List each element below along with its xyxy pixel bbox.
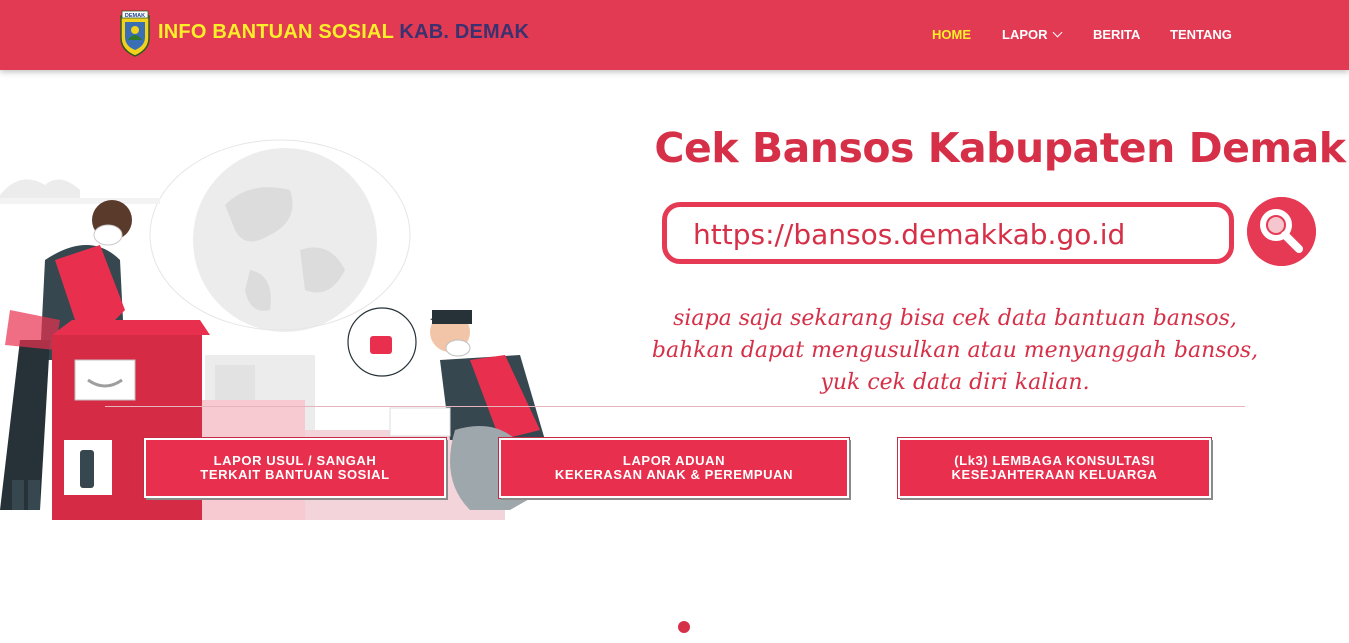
button-line: LAPOR USUL / SANGAH [213,453,377,468]
hero-description: siapa saja sekarang bisa cek data bantua… [600,303,1310,399]
nav-berita[interactable]: BERITA [1093,27,1140,42]
nav-tentang[interactable]: TENTANG [1170,27,1232,42]
url-search-field[interactable]: https://bansos.demakkab.go.id [662,202,1234,264]
site-brand[interactable]: INFO BANTUAN SOSIAL KAB. DEMAK [158,21,529,44]
description-line: siapa saja sekarang bisa cek data bantua… [673,306,1237,331]
button-line: KESEJAHTERAAN KELUARGA [951,467,1158,482]
description-line: yuk cek data diri kalian. [820,370,1090,395]
nav-home[interactable]: HOME [932,27,971,42]
button-line: TERKAIT BANTUAN SOSIAL [200,467,390,482]
chevron-down-icon [1052,27,1062,38]
button-line: LAPOR ADUAN [622,453,726,468]
nav-lapor[interactable]: LAPOR [1002,27,1062,42]
button-line: (Lk3) LEMBAGA KONSULTASI [954,453,1155,468]
top-navbar: DEMAK INFO BANTUAN SOSIAL KAB. DEMAK HOM… [0,0,1349,70]
brand-title: INFO BANTUAN SOSIAL [158,21,394,43]
hero-title: Cek Bansos Kabupaten Demak [654,124,1346,172]
demak-crest-icon[interactable]: DEMAK [118,10,152,58]
search-button[interactable] [1247,197,1316,266]
lapor-usul-button[interactable]: LAPOR USUL / SANGAH TERKAIT BANTUAN SOSI… [144,438,446,498]
brand-region: KAB. DEMAK [399,21,530,43]
carousel-indicator[interactable] [678,621,690,633]
logo-text: DEMAK [125,13,145,19]
divider [105,406,1245,407]
url-text: https://bansos.demakkab.go.id [693,218,1126,251]
lk3-button[interactable]: (Lk3) LEMBAGA KONSULTASI KESEJAHTERAAN K… [898,438,1211,498]
nav-lapor-label: LAPOR [1002,27,1048,42]
description-line: bahkan dapat mengusulkan atau menyanggah… [651,338,1259,363]
thumbs-up-icon [370,336,392,354]
button-line: KEKERASAN ANAK & PEREMPUAN [554,467,794,482]
lapor-aduan-button[interactable]: LAPOR ADUAN KEKERASAN ANAK & PEREMPUAN [499,438,849,498]
